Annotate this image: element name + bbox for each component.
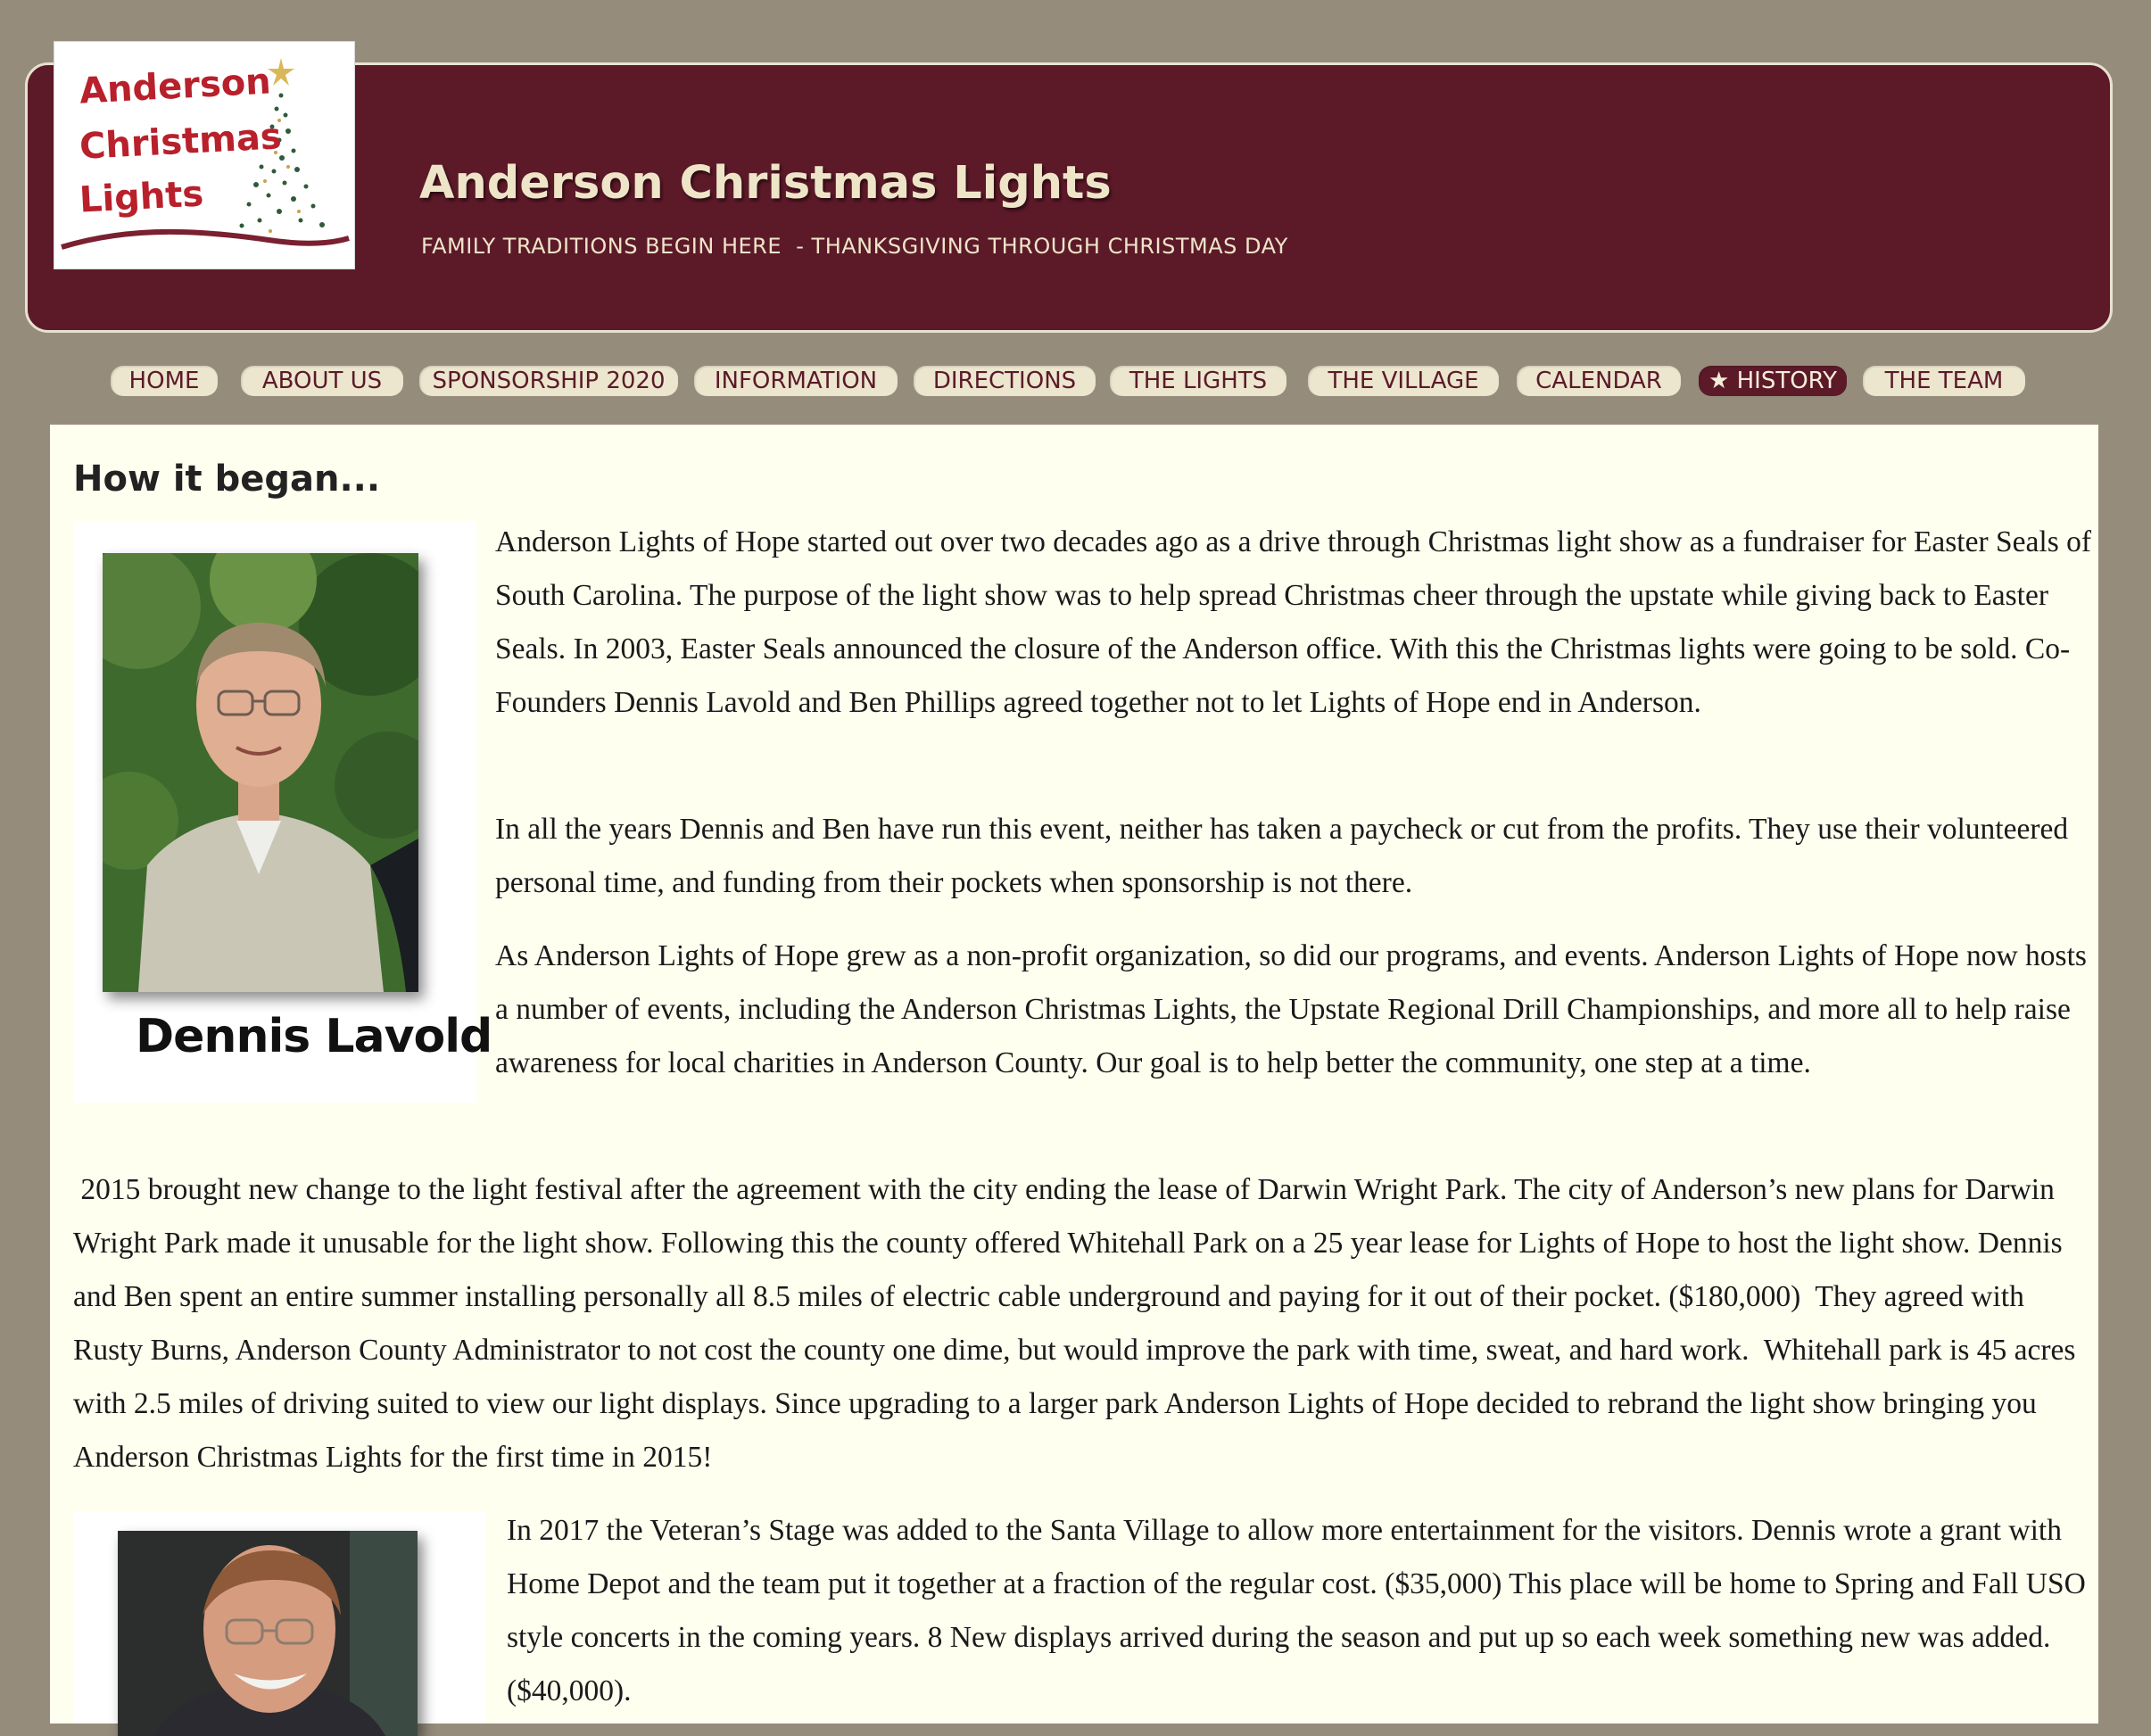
paragraph-growth: As Anderson Lights of Hope grew as a non… — [495, 939, 2087, 1079]
ben-phillips-photo — [118, 1531, 418, 1736]
nav-information[interactable]: INFORMATION — [694, 366, 898, 396]
paragraph-intro: Anderson Lights of Hope started out over… — [495, 525, 2092, 719]
nav-the-team[interactable]: THE TEAM — [1863, 366, 2025, 396]
photo-caption-dennis: Dennis Lavold — [136, 1010, 492, 1063]
nav-sponsorship-2020[interactable]: SPONSORSHIP 2020 — [419, 366, 678, 396]
paragraph-2015: 2015 brought new change to the light fes… — [73, 1173, 2083, 1474]
paragraph-no-paycheck: In all the years Dennis and Ben have run… — [495, 813, 2069, 899]
nav-directions[interactable]: DIRECTIONS — [914, 366, 1096, 396]
nav-history[interactable]: ★ HISTORY — [1699, 366, 1847, 396]
nav-the-lights[interactable]: THE LIGHTS — [1110, 366, 1286, 396]
logo-word-2: Christmas — [78, 116, 283, 168]
logo-word-1: Anderson — [78, 61, 272, 112]
nav-calendar[interactable]: CALENDAR — [1517, 366, 1681, 396]
site-tagline: FAMILY TRADITIONS BEGIN HERE - THANKSGIV… — [421, 234, 1288, 259]
nav-home[interactable]: HOME — [111, 366, 218, 396]
dennis-lavold-photo — [103, 553, 418, 992]
paragraph-2017: In 2017 the Veteran’s Stage was added to… — [507, 1514, 2086, 1707]
page-heading: How it began... — [73, 459, 381, 500]
nav-about-us[interactable]: ABOUT US — [241, 366, 403, 396]
nav-the-village[interactable]: THE VILLAGE — [1308, 366, 1499, 396]
site-title: Anderson Christmas Lights — [419, 157, 1112, 210]
site-logo[interactable]: Anderson Christmas Lights — [54, 41, 355, 269]
logo-word-3: Lights — [78, 173, 205, 221]
